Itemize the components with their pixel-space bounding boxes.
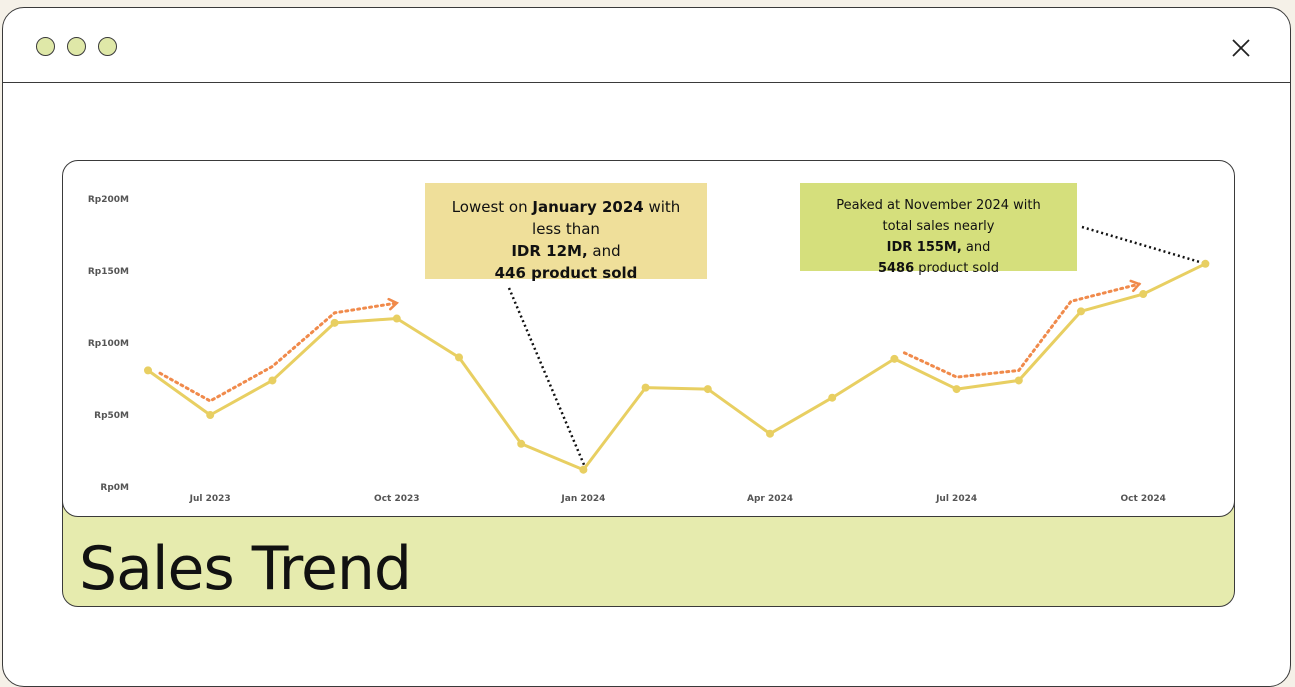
- window-control-dot-2[interactable]: [67, 37, 86, 56]
- annotation-text: product sold: [914, 261, 1000, 276]
- x-tick-label: Apr 2024: [747, 494, 793, 504]
- annotation-line: less than: [425, 218, 707, 240]
- annotation-text: January 2024: [532, 198, 644, 216]
- annotation-text: Peaked at November 2024 with: [836, 198, 1041, 213]
- data-point-0: [144, 366, 152, 375]
- y-tick-label: Rp200M: [88, 195, 129, 205]
- annotation-text: 5486: [877, 261, 915, 276]
- y-tick-label: Rp0M: [100, 483, 129, 493]
- annotation-text: with: [643, 198, 681, 216]
- annotation-lowest: Lowest on January 2024 with less than IDR …: [425, 183, 707, 282]
- annotation-line: IDR 155M, and: [800, 237, 1077, 258]
- trend-arrow-up-2023: [158, 301, 399, 403]
- data-point-4: [392, 314, 401, 323]
- annotation-line: Lowest on January 2024 with: [425, 196, 707, 218]
- x-tick-label: Jan 2024: [560, 494, 605, 504]
- annotation-line: 446 product sold: [425, 262, 707, 284]
- annotation-peak: Peaked at November 2024 with total sales …: [800, 183, 1077, 276]
- annotation-text: and: [587, 242, 621, 260]
- data-point-16: [1139, 290, 1148, 299]
- data-point-7: [579, 465, 588, 474]
- x-tick-label: Oct 2023: [374, 494, 419, 504]
- y-tick-label: Rp150M: [88, 267, 129, 277]
- data-point-2: [268, 376, 277, 385]
- x-tick-label: Oct 2024: [1120, 494, 1165, 504]
- annotation-connector-peak: [1081, 225, 1203, 264]
- trend-arrow-up-2024: [902, 282, 1141, 379]
- annotation-connector-lowest: [507, 287, 586, 467]
- data-point-13: [952, 385, 961, 394]
- x-tick-label: Jul 2023: [189, 494, 231, 504]
- data-point-6: [517, 439, 526, 448]
- annotation-text: 446 product sold: [494, 264, 638, 282]
- y-tick-label: Rp50M: [94, 411, 129, 421]
- x-tick-label: Jul 2024: [935, 494, 977, 504]
- annotation-line: total sales nearly: [800, 216, 1077, 237]
- data-point-15: [1077, 307, 1085, 316]
- annotation-line: IDR 12M, and: [425, 240, 707, 262]
- window-control-dot-3[interactable]: [98, 37, 117, 56]
- annotation-text: less than: [532, 220, 600, 238]
- data-point-10: [766, 429, 774, 438]
- annotation-line: 5486 product sold: [800, 258, 1077, 279]
- annotation-text: Lowest on: [451, 198, 533, 216]
- app-window: Sales Trend ••• Rp200MRp150MRp100MRp50MR…: [2, 7, 1291, 687]
- annotation-text: IDR 12M,: [511, 242, 588, 260]
- data-point-12: [890, 354, 899, 363]
- data-point-8: [641, 383, 650, 392]
- data-point-17: [1201, 259, 1210, 268]
- window-control-dot-1[interactable]: [36, 37, 55, 56]
- y-tick-label: Rp100M: [88, 339, 129, 349]
- data-point-9: [703, 385, 712, 394]
- annotation-text: IDR 155M,: [886, 240, 962, 255]
- annotation-line: Peaked at November 2024 with: [800, 195, 1077, 216]
- chart-title: Sales Trend: [79, 534, 412, 604]
- title-bar: [3, 8, 1290, 83]
- data-point-14: [1014, 376, 1023, 385]
- sales-series-line: [147, 262, 1207, 472]
- annotation-text: total sales nearly: [882, 219, 995, 234]
- data-point-1: [206, 411, 215, 419]
- annotation-text: and: [961, 240, 991, 255]
- data-point-3: [330, 318, 339, 327]
- data-point-5: [455, 353, 463, 362]
- close-icon[interactable]: [1230, 37, 1252, 59]
- data-point-11: [828, 393, 837, 402]
